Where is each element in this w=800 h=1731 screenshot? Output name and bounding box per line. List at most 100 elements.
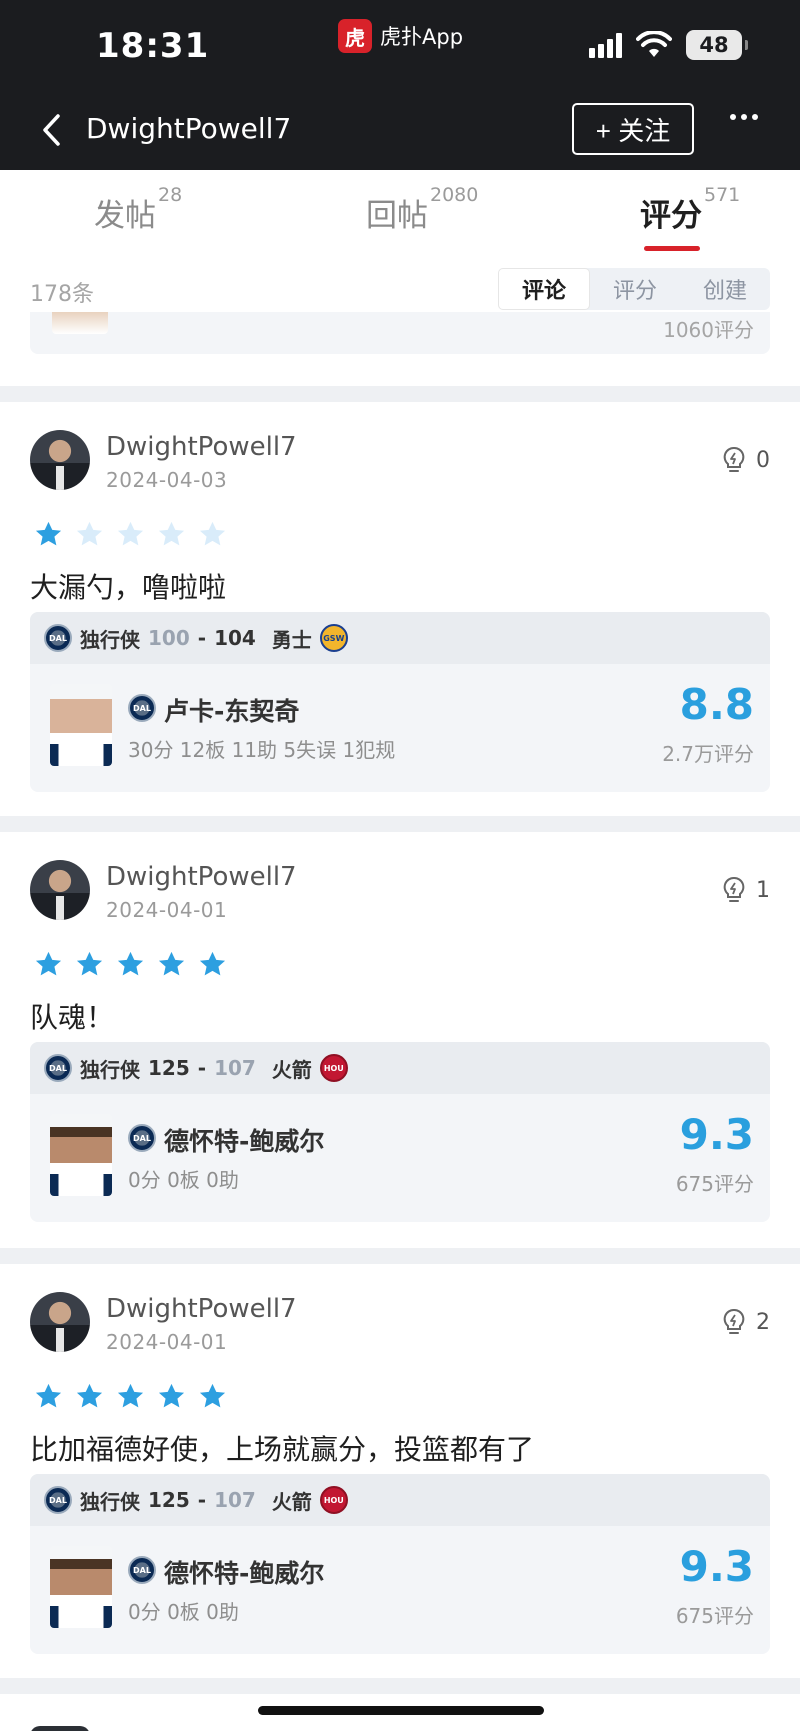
tab-posts[interactable]: 发帖28 <box>94 184 182 235</box>
star-rating <box>34 520 227 549</box>
review-username[interactable]: DwightPowell7 <box>106 1294 297 1324</box>
avatar[interactable] <box>30 860 90 920</box>
wifi-icon <box>636 31 672 57</box>
like-button[interactable]: 2 <box>722 1308 770 1336</box>
team-b-score: 107 <box>214 1056 256 1080</box>
tab-replies[interactable]: 回帖2080 <box>366 184 478 235</box>
like-button[interactable]: 1 <box>722 876 770 904</box>
app-indicator: 虎 虎扑App <box>338 18 463 54</box>
player-rating: 9.3 <box>679 1542 754 1591</box>
content-sheet: 发帖28 回帖2080 评分571 178条 评论 评分 创建 1060评分 D… <box>0 170 800 1731</box>
star-filled-icon <box>76 1383 103 1408</box>
more-button[interactable] <box>730 114 758 120</box>
tab-bar: 发帖28 回帖2080 评分571 <box>0 170 800 252</box>
star-filled-icon <box>35 521 62 546</box>
star-rating <box>34 1382 227 1411</box>
segment-control: 评论 评分 创建 <box>498 268 770 310</box>
player-name: 德怀特-鲍威尔 <box>164 1559 325 1588</box>
team-logo-icon: HOU <box>319 1054 348 1082</box>
home-indicator[interactable] <box>258 1706 544 1715</box>
team-logo-icon: DAL <box>128 1556 156 1584</box>
player-photo <box>50 1114 112 1196</box>
team-b-score: 107 <box>214 1488 256 1512</box>
team-b-score: 104 <box>214 626 256 650</box>
team-a-name: 独行侠 <box>80 1489 140 1514</box>
star-filled-icon <box>35 951 62 976</box>
section-divider <box>0 816 800 832</box>
segment-ratings[interactable]: 评分 <box>590 268 680 310</box>
game-card[interactable]: DAL 独行侠 125 - 107 火箭 HOU DAL 德怀特-鲍威尔 0分 … <box>30 1474 770 1654</box>
lightbulb-icon <box>723 1308 745 1334</box>
player-stats: 0分 0板 0助 <box>128 1168 239 1192</box>
star-filled-icon <box>117 1383 144 1408</box>
segment-comments[interactable]: 评论 <box>498 268 590 310</box>
game-card[interactable]: DAL 独行侠 100 - 104 勇士 GSW DAL 卢卡-东契奇 30分 … <box>30 612 770 792</box>
review-comment: 队魂！ <box>30 1001 115 1034</box>
avatar[interactable] <box>30 1292 90 1352</box>
back-button[interactable] <box>40 112 70 148</box>
chevron-left-icon <box>43 114 60 146</box>
star-empty-icon <box>117 521 144 546</box>
follow-button[interactable]: + 关注 <box>572 103 694 155</box>
tab-ratings[interactable]: 评分571 <box>640 184 740 235</box>
lightbulb-icon <box>723 876 745 902</box>
review-date: 2024-04-01 <box>106 1330 228 1354</box>
team-logo-icon: DAL <box>128 694 156 722</box>
like-count: 2 <box>756 1309 770 1335</box>
game-card[interactable]: DAL 独行侠 125 - 107 火箭 HOU DAL 德怀特-鲍威尔 0分 … <box>30 1042 770 1222</box>
player-stats: 0分 0板 0助 <box>128 1600 239 1624</box>
status-time: 18:31 <box>96 26 210 66</box>
review-username[interactable]: DwightPowell7 <box>106 432 297 462</box>
player-photo <box>50 684 112 766</box>
top-bar: 18:31 虎 虎扑App 48 DwightPowell7 + 关注 <box>0 0 800 170</box>
player-rating: 9.3 <box>679 1110 754 1159</box>
team-a-score: 125 <box>148 1488 190 1512</box>
like-button[interactable]: 0 <box>722 446 770 474</box>
score-separator: - <box>197 1056 207 1080</box>
game-score-bar: DAL 独行侠 100 - 104 勇士 GSW <box>30 612 770 664</box>
star-filled-icon <box>199 951 226 976</box>
score-separator: - <box>197 1488 207 1512</box>
app-logo: 虎 <box>338 19 372 53</box>
review-item: DwightPowell7 2024-04-01 2 比加福德好使，上场就赢分，… <box>0 1264 800 1664</box>
section-divider <box>0 1678 800 1694</box>
tab-replies-count: 2080 <box>430 183 479 206</box>
tab-ratings-label: 评分 <box>640 198 702 234</box>
player-photo <box>50 1546 112 1628</box>
player-photo <box>52 312 108 334</box>
partial-game-card[interactable]: 1060评分 <box>30 312 770 354</box>
star-empty-icon <box>76 521 103 546</box>
team-logo-icon: DAL <box>44 1486 72 1514</box>
star-filled-icon <box>117 951 144 976</box>
rating-count: 675评分 <box>675 1604 754 1628</box>
team-a-score: 100 <box>148 626 190 650</box>
star-filled-icon <box>199 1383 226 1408</box>
review-date: 2024-04-01 <box>106 898 228 922</box>
segment-created[interactable]: 创建 <box>680 268 770 310</box>
star-empty-icon <box>199 521 226 546</box>
player-name: 卢卡-东契奇 <box>164 697 300 726</box>
tab-posts-label: 发帖 <box>94 198 156 234</box>
rating-count: 1060评分 <box>663 318 754 342</box>
filter-row: 178条 评论 评分 创建 <box>0 266 800 312</box>
star-filled-icon <box>35 1383 62 1408</box>
section-divider <box>0 386 800 402</box>
team-b-name: 火箭 <box>271 1057 312 1082</box>
team-logo-icon: DAL <box>44 1054 72 1082</box>
game-score-bar: DAL 独行侠 125 - 107 火箭 HOU <box>30 1474 770 1526</box>
team-logo-icon: DAL <box>128 1124 156 1152</box>
section-divider <box>0 1248 800 1264</box>
app-name: 虎扑App <box>380 25 464 49</box>
like-count: 0 <box>756 447 770 473</box>
battery-icon: 48 <box>686 30 748 60</box>
player-rating: 8.8 <box>679 680 754 729</box>
avatar[interactable] <box>30 430 90 490</box>
lightbulb-icon <box>723 446 745 472</box>
team-a-name: 独行侠 <box>80 1057 140 1082</box>
review-username[interactable]: DwightPowell7 <box>106 862 297 892</box>
score-separator: - <box>197 626 207 650</box>
team-a-score: 125 <box>148 1056 190 1080</box>
rating-count: 675评分 <box>675 1172 754 1196</box>
star-empty-icon <box>158 521 185 546</box>
player-name: 德怀特-鲍威尔 <box>164 1127 325 1156</box>
